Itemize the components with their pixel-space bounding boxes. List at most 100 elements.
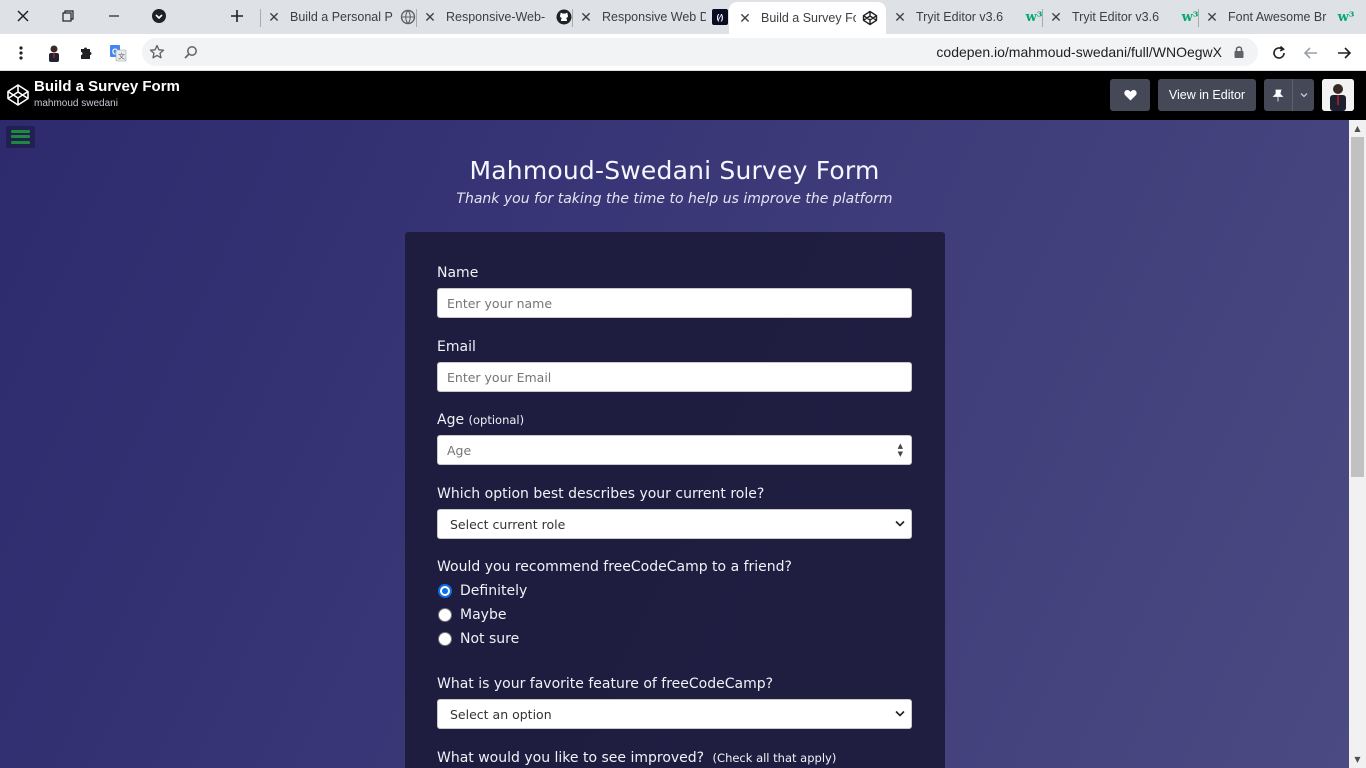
- tab-separator: [260, 9, 261, 27]
- radio-option-definitely[interactable]: Definitely: [438, 583, 527, 599]
- new-tab-button[interactable]: [214, 0, 260, 32]
- tab-search-button[interactable]: [136, 0, 182, 32]
- minimize-window-button[interactable]: [91, 0, 137, 32]
- radio-button-checked[interactable]: [438, 584, 452, 598]
- close-tab-icon[interactable]: ✕: [266, 9, 282, 25]
- tab-title: Build a Personal P: [290, 10, 393, 24]
- github-icon: [556, 9, 572, 25]
- reload-icon: [1273, 45, 1285, 59]
- reload-button[interactable]: [1268, 42, 1290, 64]
- arrow-left-icon: [1303, 47, 1317, 59]
- tab-font-awesome[interactable]: ✕ Font Awesome Br w³: [1204, 2, 1354, 32]
- tab-separator: [1042, 9, 1043, 27]
- svg-text:文: 文: [118, 52, 125, 61]
- close-tab-icon[interactable]: ✕: [892, 9, 908, 25]
- freecodecamp-icon: (⁄): [712, 9, 728, 25]
- feature-label: What is your favorite feature of freeCod…: [437, 676, 774, 692]
- age-optional-hint: (optional): [468, 413, 525, 427]
- name-input[interactable]: Enter your name: [437, 288, 912, 318]
- globe-icon: [400, 9, 416, 25]
- feature-selected-value: Select an option: [450, 706, 552, 722]
- bookmark-star-icon[interactable]: [146, 41, 168, 63]
- age-placeholder: Age: [447, 442, 472, 458]
- improve-label: What would you like to see improved? (Ch…: [437, 750, 836, 766]
- w3schools-icon: w³: [1337, 9, 1354, 25]
- radio-button[interactable]: [438, 608, 452, 622]
- codepen-logo-icon[interactable]: [6, 83, 30, 107]
- number-spinner-icon[interactable]: ▲ ▼: [898, 442, 903, 458]
- back-button[interactable]: [1300, 42, 1322, 64]
- chevron-down-icon: [895, 519, 905, 530]
- browser-toolbar: G文 codepen.io/mahmoud-swedani/full/WNOeg…: [0, 34, 1366, 71]
- improve-hint: (Check all that apply): [712, 751, 837, 765]
- plus-icon: [231, 10, 243, 22]
- close-tab-icon[interactable]: ✕: [422, 9, 438, 25]
- improve-label-text: What would you like to see improved?: [437, 750, 705, 766]
- pen-author[interactable]: mahmoud swedani: [34, 98, 118, 109]
- radio-button[interactable]: [438, 632, 452, 646]
- browser-tab-strip: ✕ Build a Personal P ✕ Responsive-Web- ✕…: [0, 0, 1366, 34]
- scroll-up-arrow-icon[interactable]: ▲: [1349, 120, 1366, 137]
- minimize-icon: [109, 15, 119, 17]
- codepen-icon: [862, 10, 878, 26]
- role-dropdown[interactable]: Select current role: [437, 509, 912, 539]
- age-label-text: Age: [437, 412, 465, 428]
- translate-icon: G文: [110, 45, 127, 62]
- email-input[interactable]: Enter your Email: [437, 362, 912, 392]
- radio-option-not-sure[interactable]: Not sure: [438, 631, 519, 647]
- extensions-button[interactable]: [75, 42, 97, 64]
- survey-title: Mahmoud-Swedani Survey Form: [469, 156, 880, 185]
- tab-title: Responsive Web D: [602, 10, 706, 24]
- page-scrollbar[interactable]: ▲ ▼: [1349, 120, 1366, 768]
- address-bar[interactable]: codepen.io/mahmoud-swedani/full/WNOegwX: [142, 38, 1258, 66]
- forward-button[interactable]: [1333, 42, 1355, 64]
- profile-avatar-icon: [49, 45, 59, 62]
- browser-menu-button[interactable]: [10, 42, 32, 64]
- close-tab-icon[interactable]: ✕: [737, 10, 753, 26]
- close-tab-icon[interactable]: ✕: [1048, 9, 1064, 25]
- avatar-image: [1322, 79, 1354, 111]
- scroll-down-arrow-icon[interactable]: ▼: [1349, 751, 1366, 768]
- email-label: Email: [437, 339, 476, 355]
- tab-tryit-editor-2[interactable]: ✕ Tryit Editor v3.6 w³: [1048, 2, 1198, 32]
- tab-responsive-web-github[interactable]: ✕ Responsive-Web-: [422, 2, 572, 32]
- tab-separator: [1198, 9, 1199, 27]
- radio-option-maybe[interactable]: Maybe: [438, 607, 506, 623]
- tab-tryit-editor-1[interactable]: ✕ Tryit Editor v3.6 w³: [892, 2, 1042, 32]
- restore-window-button[interactable]: [45, 0, 91, 32]
- recommend-label: Would you recommend freeCodeCamp to a fr…: [437, 559, 792, 575]
- close-window-button[interactable]: [0, 0, 46, 32]
- tab-title: Tryit Editor v3.6: [1072, 10, 1160, 24]
- love-button[interactable]: [1110, 79, 1150, 111]
- role-label: Which option best describes your current…: [437, 486, 765, 502]
- lock-icon[interactable]: [1228, 41, 1250, 63]
- close-icon: [17, 10, 29, 22]
- age-label: Age (optional): [437, 412, 524, 428]
- radio-label: Maybe: [460, 607, 507, 623]
- codepen-header: Build a Survey Form mahmoud swedani View…: [0, 71, 1366, 120]
- user-avatar[interactable]: [1322, 79, 1354, 111]
- tab-separator: [572, 9, 573, 27]
- tab-build-a-personal[interactable]: ✕ Build a Personal P: [266, 2, 416, 32]
- heart-icon: [1123, 90, 1137, 101]
- translate-button[interactable]: G文: [107, 42, 129, 64]
- hamburger-menu-icon[interactable]: [6, 126, 35, 148]
- tab-responsive-web-fcc[interactable]: ✕ Responsive Web D (⁄): [578, 2, 728, 32]
- survey-description: Thank you for taking the time to help us…: [456, 191, 893, 207]
- w3schools-icon: w³: [1181, 9, 1198, 25]
- age-number-input[interactable]: Age ▲ ▼: [437, 435, 912, 465]
- tab-build-a-survey-form[interactable]: ✕ Build a Survey Fo: [729, 2, 886, 34]
- view-in-editor-button[interactable]: View in Editor: [1158, 79, 1256, 111]
- close-tab-icon[interactable]: ✕: [1204, 9, 1220, 25]
- radio-label: Not sure: [460, 631, 520, 647]
- scrollbar-thumb[interactable]: [1351, 137, 1364, 477]
- close-tab-icon[interactable]: ✕: [578, 9, 594, 25]
- tab-title: Build a Survey Fo: [761, 11, 856, 25]
- tab-title: Responsive-Web-: [446, 10, 546, 24]
- puzzle-icon: [81, 47, 92, 59]
- feature-dropdown[interactable]: Select an option: [437, 699, 912, 729]
- pin-menu-button[interactable]: [1264, 79, 1314, 111]
- profile-avatar-button[interactable]: [43, 42, 65, 64]
- chevron-down-icon: [1293, 92, 1314, 98]
- tab-separator: [416, 9, 417, 27]
